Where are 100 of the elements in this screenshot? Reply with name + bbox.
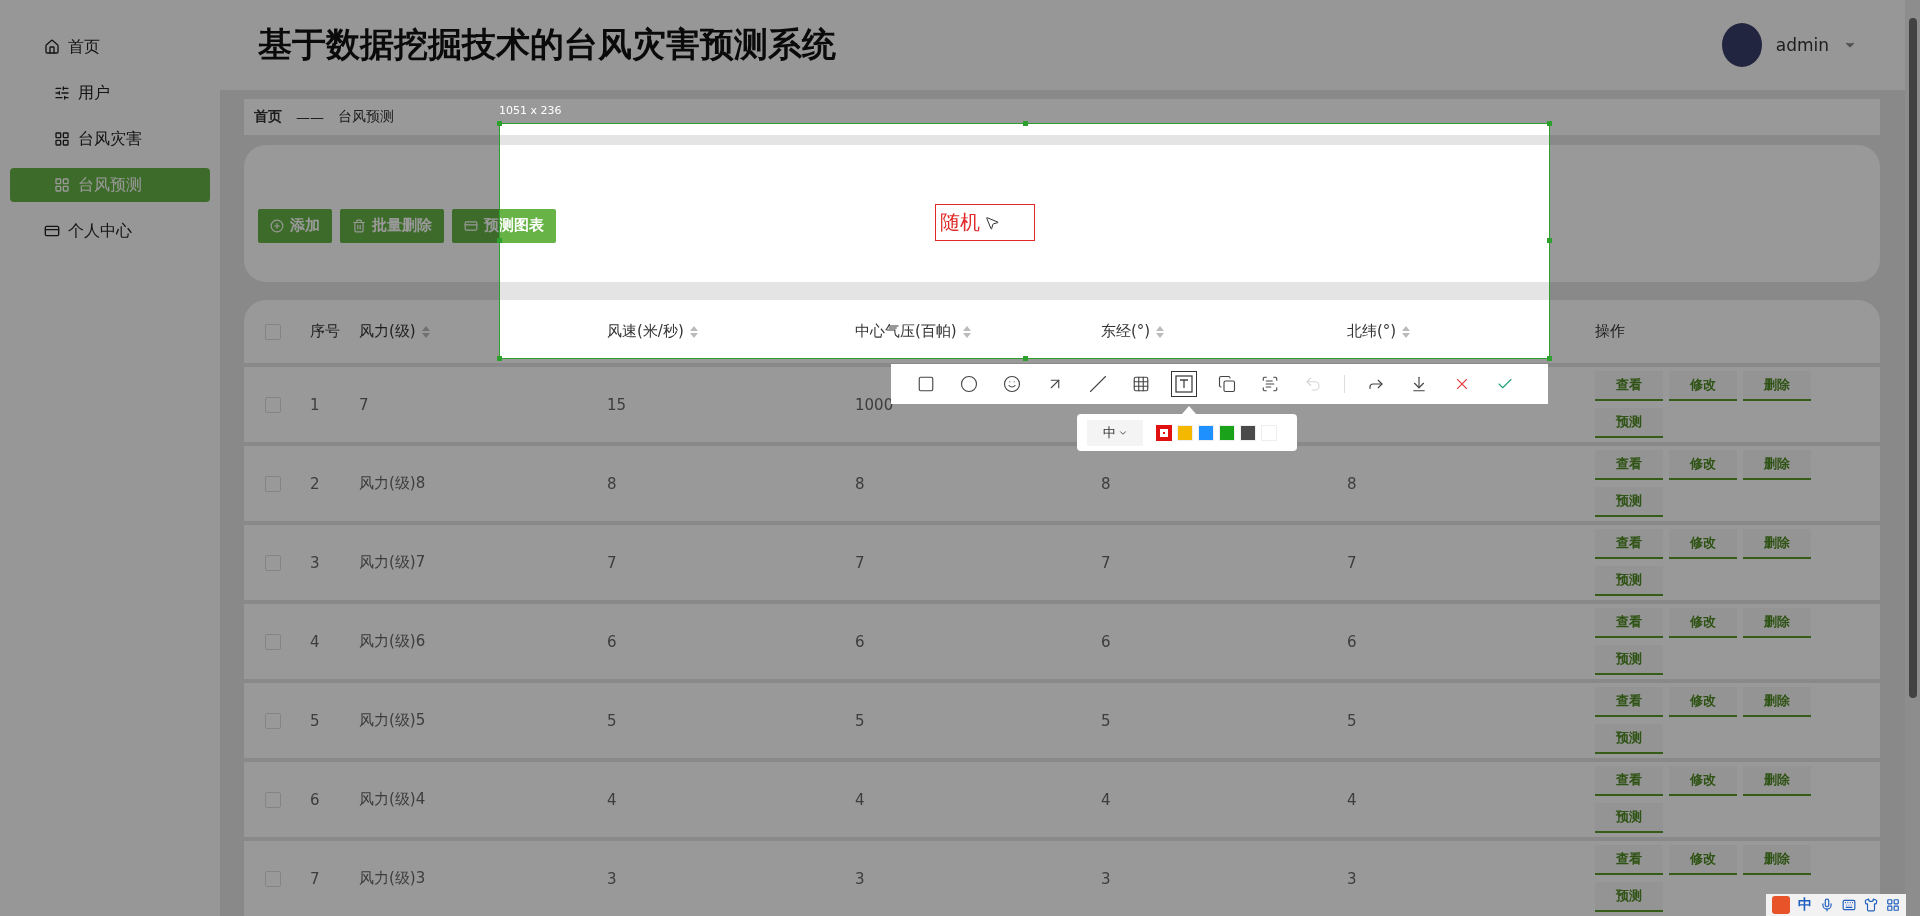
row-action-button[interactable]: 删除 [1743,766,1811,796]
sort-icon[interactable] [1156,325,1165,338]
table-cell-text: 6 [855,632,866,651]
sidebar-item[interactable]: 台风灾害 [10,122,210,156]
sort-icon[interactable] [962,325,971,338]
column-header[interactable]: 中心气压(百帕) [855,322,1101,341]
table-cell-text: 3 [1347,869,1358,888]
table-cell-text: 2 [310,474,321,493]
row-action-button[interactable]: 修改 [1669,450,1737,480]
table-cell-text: 风力(级)5 [359,711,427,730]
sidebar-item[interactable]: 用户 [10,76,210,110]
row-action-button[interactable]: 删除 [1743,687,1811,717]
table-cell-text: 4 [607,790,618,809]
row-action-button[interactable]: 删除 [1743,529,1811,559]
sort-icon[interactable] [421,325,430,338]
breadcrumb-separator: —— [296,109,324,125]
row-action-button[interactable]: 查看 [1595,529,1663,559]
table-cell-text: 6 [310,790,321,809]
avatar[interactable] [1721,23,1762,67]
grid-icon[interactable] [1886,898,1900,912]
table-cell-text: 6 [607,632,618,651]
row-action-button[interactable]: 删除 [1743,608,1811,638]
row-action-button[interactable]: 删除 [1743,845,1811,875]
sidebar-item[interactable]: 首页 [10,30,210,64]
row-action-button[interactable]: 查看 [1595,845,1663,875]
selection-size-label: 1051 x 236 [499,104,562,117]
table-cell-text: 7 [310,869,321,888]
table-cell-text: 4 [1347,790,1358,809]
scrollbar[interactable] [1905,0,1920,916]
trash-icon [352,218,366,233]
row-action-button[interactable]: 查看 [1595,450,1663,480]
column-header[interactable]: 北纬(°) [1347,322,1595,341]
shirt-icon[interactable] [1864,898,1878,912]
row-action-button[interactable]: 查看 [1595,371,1663,401]
add-button[interactable]: 添加 [258,208,332,243]
text-annotation[interactable]: 随机 [935,204,1035,241]
table-cell-text: 3 [607,869,618,888]
sort-icon[interactable] [689,325,698,338]
breadcrumb-link[interactable]: 首页 [254,108,282,126]
row-action-button[interactable]: 修改 [1669,845,1737,875]
table-cell-text: 4 [1101,790,1112,809]
column-header[interactable]: 东经(°) [1101,322,1347,341]
grid-icon [54,131,70,147]
table-cell-text: 风力(级)4 [359,790,427,809]
sidebar-item[interactable]: 个人中心 [10,214,210,248]
table-cell-text: 6 [1101,632,1112,651]
table-cell-text: 风力(级)7 [359,553,427,572]
keyboard-icon[interactable] [1842,898,1856,912]
table-cell-text: 7 [359,395,370,414]
table-cell-text: 4 [855,790,866,809]
table-cell-text: 3 [1101,869,1112,888]
row-action-button[interactable]: 修改 [1669,687,1737,717]
breadcrumb-current: 台风预测 [338,108,394,126]
sidebar-item[interactable]: 台风预测 [10,168,210,202]
font-size-dropdown[interactable]: 中 [1087,419,1143,446]
table-cell-text: 3 [310,553,321,572]
row-action-button[interactable]: 预测 [1595,724,1663,754]
table-cell-text: 1 [310,395,321,414]
column-header[interactable]: 风力(级) [359,322,607,341]
table-cell-text: 5 [1347,711,1358,730]
row-action-button[interactable]: 预测 [1595,645,1663,675]
grid-icon [54,177,70,193]
row-action-button[interactable]: 修改 [1669,529,1737,559]
table-cell-text: 6 [1347,632,1358,651]
table-cell-text: 8 [855,474,866,493]
row-action-button[interactable]: 预测 [1595,803,1663,833]
batch-delete-button[interactable]: 批量删除 [340,208,444,243]
table-cell-text: 8 [607,474,618,493]
ime-mode[interactable]: 中 [1798,896,1812,914]
row-action-button[interactable]: 修改 [1669,766,1737,796]
color-swatch[interactable] [1156,424,1172,441]
row-action-button[interactable]: 预测 [1595,408,1663,438]
row-action-button[interactable]: 删除 [1743,371,1811,401]
column-header: 序号 [310,322,341,341]
column-header[interactable]: 风速(米/秒) [607,322,855,341]
table-cell-text: 5 [855,711,866,730]
table-cell-text: 7 [1101,553,1112,572]
cursor-icon [984,214,1000,231]
table-cell-text: 风力(级)3 [359,869,427,888]
table-cell-text: 7 [607,553,618,572]
sliders-icon [54,85,70,101]
row-action-button[interactable]: 查看 [1595,687,1663,717]
row-action-button[interactable]: 删除 [1743,450,1811,480]
row-action-button[interactable]: 预测 [1595,487,1663,517]
user-name[interactable]: admin [1775,35,1829,55]
chart-button[interactable]: 预测图表 [452,208,556,243]
row-action-button[interactable]: 查看 [1595,608,1663,638]
row-action-button[interactable]: 修改 [1669,608,1737,638]
scrollbar-thumb[interactable] [1908,18,1917,698]
card-icon [44,223,60,239]
row-action-button[interactable]: 预测 [1595,882,1663,912]
sort-icon[interactable] [1402,325,1411,338]
row-action-button[interactable]: 修改 [1669,371,1737,401]
table-cell-text: 8 [1101,474,1112,493]
column-header: 操作 [1595,322,1626,341]
capture-selection[interactable] [499,123,1550,359]
mic-icon[interactable] [1820,898,1834,912]
row-action-button[interactable]: 预测 [1595,566,1663,596]
table-cell-text: 3 [855,869,866,888]
row-action-button[interactable]: 查看 [1595,766,1663,796]
